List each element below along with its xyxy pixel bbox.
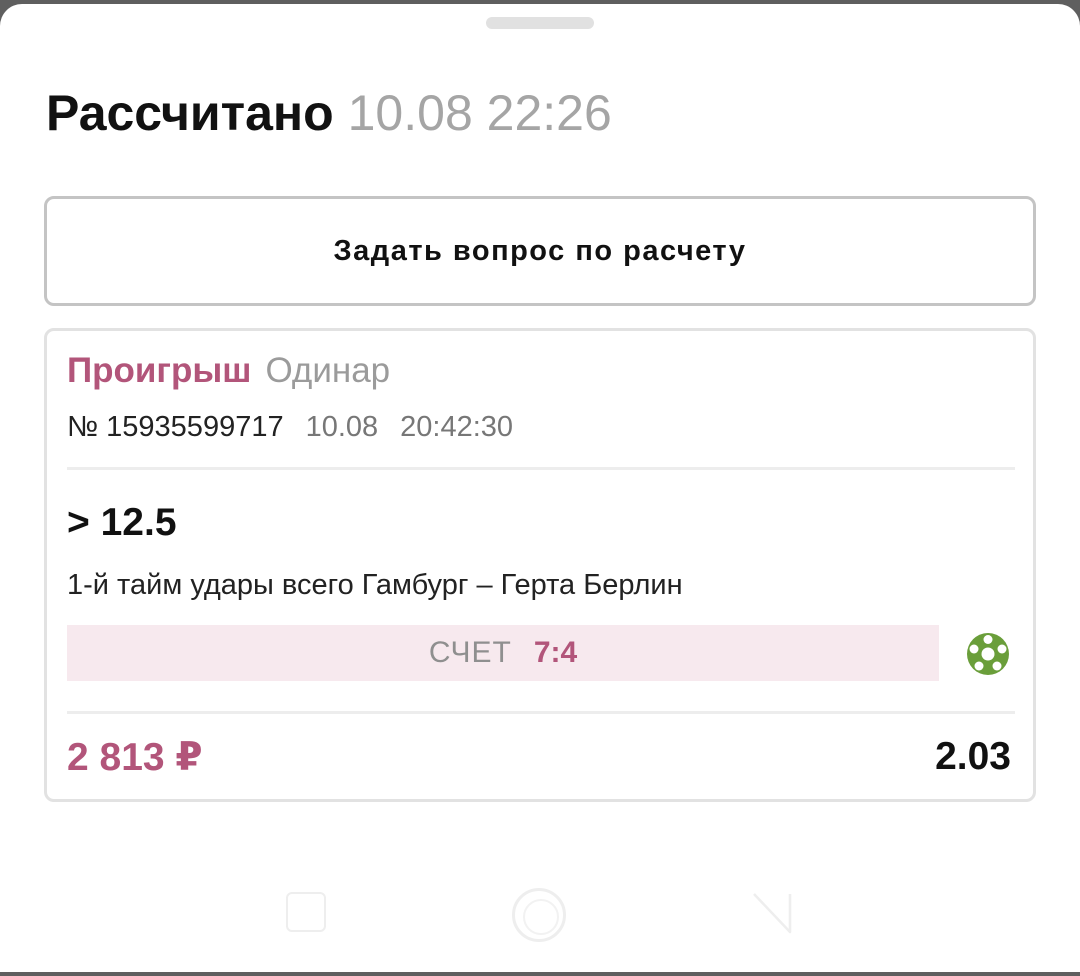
ask-question-button[interactable]: Задать вопрос по расчету — [44, 196, 1036, 306]
home-icon[interactable] — [512, 888, 566, 942]
event-name: 1-й тайм удары всего Гамбург – Герта Бер… — [67, 569, 683, 601]
bet-meta-row: № 15935599717 10.08 20:42:30 — [67, 411, 513, 444]
bet-result: Проигрыш — [67, 351, 252, 390]
bet-card[interactable]: Проигрыш Одинар № 15935599717 10.08 20:4… — [44, 328, 1036, 802]
score-value: 7:4 — [533, 636, 578, 669]
bet-outcome: > 12.5 — [67, 501, 177, 544]
divider — [67, 467, 1015, 470]
settled-time: 10.08 22:26 — [347, 85, 612, 141]
bet-status-row: Проигрыш Одинар — [67, 351, 390, 391]
bet-date: 10.08 — [305, 411, 379, 443]
bet-time: 20:42:30 — [400, 411, 514, 443]
recent-apps-icon[interactable] — [286, 892, 326, 932]
drag-handle[interactable] — [486, 17, 594, 29]
ask-question-label: Задать вопрос по расчету — [333, 234, 747, 267]
odds-value: 2.03 — [935, 735, 1011, 778]
score-bar: СЧЕТ 7:4 — [67, 625, 939, 681]
bet-number: № 15935599717 — [67, 411, 284, 443]
bottom-sheet: Рассчитано 10.08 22:26 Задать вопрос по … — [0, 4, 1080, 972]
page-title: Рассчитано — [46, 85, 334, 141]
bet-type: Одинар — [265, 351, 391, 390]
score-label: СЧЕТ — [428, 636, 512, 669]
divider — [67, 711, 1015, 714]
back-icon[interactable] — [752, 892, 792, 934]
system-navbar — [0, 872, 1080, 976]
sheet-header: Рассчитано 10.08 22:26 — [46, 84, 612, 154]
stake-amount: 2 813 ₽ — [67, 736, 203, 779]
soccer-ball-icon — [967, 633, 1009, 675]
